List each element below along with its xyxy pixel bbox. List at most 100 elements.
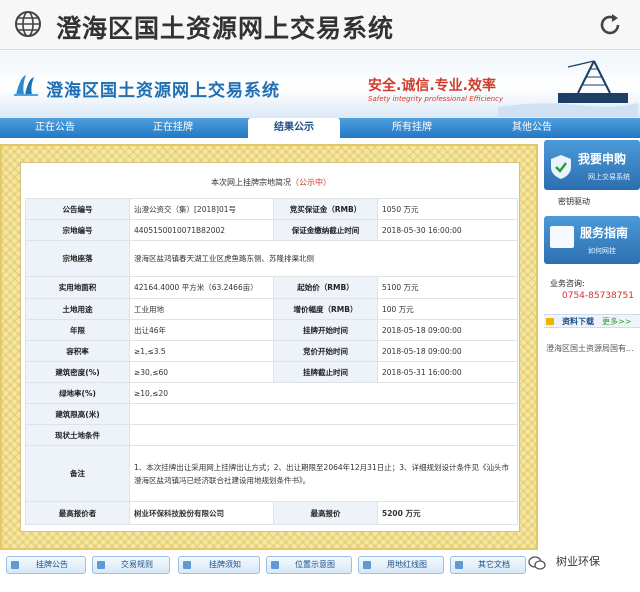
- table-row: 最高报价者 树业环保科技股份有限公司 最高报价 5200 万元: [25, 501, 518, 525]
- download-title: 资料下载: [562, 317, 594, 326]
- parcel-info-panel: 本次网上挂牌宗地简况（公示中） 公告编号 汕澄公资交（集）[2018]01号 竞…: [20, 162, 520, 532]
- table-row: 实用地面积 42164.4000 平方米（63.2466亩） 起始价（RMB） …: [25, 276, 518, 299]
- reload-icon[interactable]: [596, 11, 624, 39]
- consult-label: 业务咨询:: [550, 279, 585, 288]
- location-map-button[interactable]: 位置示意图: [266, 556, 352, 574]
- apply-title: 我要申购: [578, 152, 627, 166]
- value-listing-end: 2018-05-31 16:00:00: [377, 361, 518, 383]
- table-row: 公告编号 汕澄公资交（集）[2018]01号 竞买保证金（RMB） 1050 万…: [25, 198, 518, 220]
- value-listing-start: 2018-05-18 09:00:00: [377, 319, 518, 341]
- main-nav: 正在公告 正在挂牌 结果公示 所有挂牌 其他公告: [0, 118, 640, 138]
- table-row: 宗地座落 澄海区盐鸿镇春天湖工业区虎鱼路东侧、苏隆排渠北侧: [25, 240, 518, 277]
- label-remarks: 备注: [25, 445, 130, 502]
- crane-ship-icon: [498, 60, 638, 117]
- label-building-density: 建筑密度(%): [25, 361, 130, 383]
- caption-text: 本次网上挂牌宗地简况: [211, 178, 291, 187]
- parcel-info-table: 公告编号 汕澄公资交（集）[2018]01号 竞买保证金（RMB） 1050 万…: [25, 198, 518, 525]
- value-plot-ratio: ≥1,≤3.5: [129, 340, 274, 362]
- map-icon: [271, 561, 279, 569]
- other-docs-button[interactable]: 其它文档: [450, 556, 526, 574]
- guide-subtitle: 如何网挂: [588, 247, 616, 255]
- globe-icon: [15, 11, 41, 37]
- value-highest-price: 5200 万元: [377, 501, 518, 525]
- value-deposit-deadline: 2018-05-30 16:00:00: [377, 219, 518, 241]
- rules-button[interactable]: 交易规则: [92, 556, 170, 574]
- value-building-density: ≥30,≤60: [129, 361, 274, 383]
- label-deposit-deadline: 保证金缴纳截止时间: [273, 219, 378, 241]
- label-parcel-no: 宗地编号: [25, 219, 130, 241]
- table-row: 绿地率(%) ≥10,≤20: [25, 382, 518, 404]
- label-highest-price: 最高报价: [273, 501, 378, 525]
- label-start-price: 起始价（RMB）: [273, 276, 378, 299]
- notice-button[interactable]: 挂牌公告: [6, 556, 86, 574]
- nav-item-results[interactable]: 结果公示: [248, 118, 340, 138]
- nav-item-all-listings[interactable]: 所有挂牌: [366, 118, 458, 138]
- label-listing-start: 挂牌开始时间: [273, 319, 378, 341]
- label-notice-no: 公告编号: [25, 198, 130, 220]
- table-row: 备注 1、本次挂牌出让采用网上挂牌出让方式；2、出让期限至2064年12月31日…: [25, 445, 518, 502]
- download-item[interactable]: 澄海区国土资源局国有...: [546, 340, 640, 358]
- value-land-use: 工业用地: [129, 298, 274, 320]
- nav-item-other[interactable]: 其他公告: [486, 118, 578, 138]
- value-remarks: 1、本次挂牌出让采用网上挂牌出让方式；2、出让期限至2064年12月31日止；3…: [129, 445, 518, 502]
- value-term: 出让46年: [129, 319, 274, 341]
- redline-icon: [363, 561, 371, 569]
- value-land-condition: [129, 424, 518, 446]
- guide-title: 服务指南: [580, 226, 629, 240]
- document-icon: [455, 561, 463, 569]
- label-height-limit: 建筑限高(米): [25, 403, 130, 425]
- value-increment: 100 万元: [377, 298, 518, 320]
- table-row: 建筑密度(%) ≥30,≤60 挂牌截止时间 2018-05-31 16:00:…: [25, 361, 518, 383]
- label-land-condition: 现状土地条件: [25, 424, 130, 446]
- page-title: 澄海区国土资源网上交易系统: [56, 14, 395, 43]
- value-start-price: 5100 万元: [377, 276, 518, 299]
- redline-map-button[interactable]: 用地红线图: [358, 556, 444, 574]
- table-row: 土地用途 工业用地 增价幅度（RMB） 100 万元: [25, 298, 518, 320]
- table-row: 年限 出让46年 挂牌开始时间 2018-05-18 09:00:00: [25, 319, 518, 341]
- instructions-button[interactable]: 挂牌须知: [178, 556, 260, 574]
- redline-map-button-label: 用地红线图: [387, 560, 427, 569]
- apply-button[interactable]: 我要申购 网上交易系统: [544, 140, 640, 190]
- label-deposit: 竞买保证金（RMB）: [273, 198, 378, 220]
- service-guide-button[interactable]: 服务指南 如何网挂: [544, 216, 640, 264]
- site-banner: 澄海区国土资源网上交易系统 安全.诚信.专业.效率 Safety integri…: [0, 51, 640, 118]
- label-green-ratio: 绿地率(%): [25, 382, 130, 404]
- table-row: 建筑限高(米): [25, 403, 518, 425]
- location-map-button-label: 位置示意图: [295, 560, 335, 569]
- table-row: 现状土地条件: [25, 424, 518, 446]
- wechat-icon: [528, 556, 546, 570]
- nav-item-announcing[interactable]: 正在公告: [10, 118, 100, 138]
- download-header: 资料下载 更多>>: [544, 314, 640, 328]
- value-green-ratio: ≥10,≤20: [129, 382, 518, 404]
- value-bid-start: 2018-05-18 09:00:00: [377, 340, 518, 362]
- label-land-use: 土地用途: [25, 298, 130, 320]
- value-location: 澄海区盐鸿镇春天湖工业区虎鱼路东侧、苏隆排渠北侧: [129, 240, 518, 277]
- notice-icon: [11, 561, 19, 569]
- rules-button-label: 交易规则: [121, 560, 153, 569]
- table-row: 宗地编号 4405150010071B82002 保证金缴纳截止时间 2018-…: [25, 219, 518, 241]
- label-listing-end: 挂牌截止时间: [273, 361, 378, 383]
- instructions-icon: [183, 561, 191, 569]
- browser-title-bar: 澄海区国土资源网上交易系统: [0, 0, 640, 50]
- value-highest-bidder: 树业环保科技股份有限公司: [129, 501, 274, 525]
- label-increment: 增价幅度（RMB）: [273, 298, 378, 320]
- value-deposit: 1050 万元: [377, 198, 518, 220]
- parcel-info-frame: 本次网上挂牌宗地简况（公示中） 公告编号 汕澄公资交（集）[2018]01号 竞…: [0, 144, 538, 550]
- value-height-limit: [129, 403, 518, 425]
- rules-icon: [97, 561, 105, 569]
- slogan: 安全.诚信.专业.效率: [368, 78, 496, 94]
- panel-caption: 本次网上挂牌宗地简况（公示中）: [21, 177, 521, 188]
- value-notice-no: 汕澄公资交（集）[2018]01号: [129, 198, 274, 220]
- label-bid-start: 竞价开始时间: [273, 340, 378, 362]
- nav-item-listing[interactable]: 正在挂牌: [128, 118, 218, 138]
- other-docs-button-label: 其它文档: [478, 560, 510, 569]
- label-highest-bidder: 最高报价者: [25, 501, 130, 525]
- site-title: 澄海区国土资源网上交易系统: [46, 81, 280, 101]
- label-area: 实用地面积: [25, 276, 130, 299]
- folder-icon: [546, 318, 554, 325]
- book-icon: [550, 226, 574, 248]
- key-driver-link[interactable]: 密钥驱动: [558, 196, 590, 207]
- download-more-link[interactable]: 更多>>: [602, 316, 631, 327]
- label-location: 宗地座落: [25, 240, 130, 277]
- value-parcel-no: 4405150010071B82002: [129, 219, 274, 241]
